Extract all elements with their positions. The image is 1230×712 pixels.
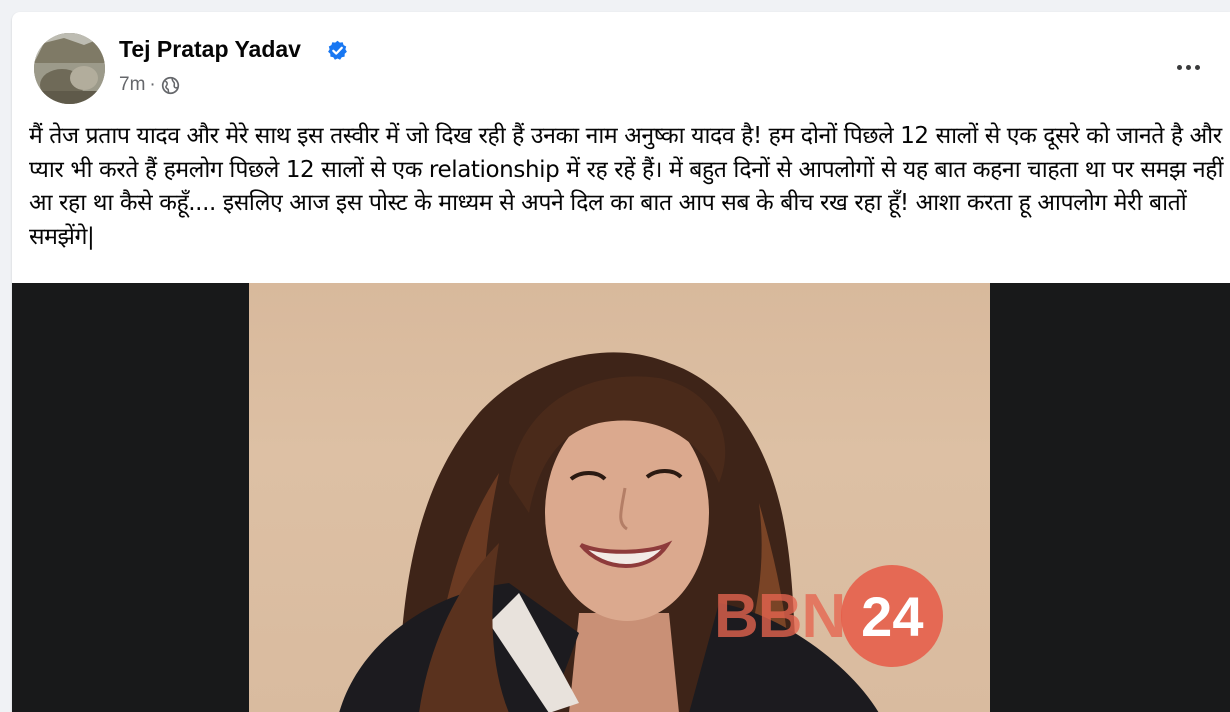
- post-card: Tej Pratap Yadav 7m · मैं तेज प्रताप याद…: [12, 12, 1230, 712]
- author-avatar[interactable]: [34, 33, 105, 104]
- post-text: मैं तेज प्रताप यादव और मेरे साथ इस तस्वी…: [29, 123, 1224, 250]
- watermark-logo: BBN 24: [714, 565, 944, 667]
- meta-separator: ·: [149, 74, 156, 95]
- verified-badge-icon: [328, 40, 347, 60]
- post-timestamp[interactable]: 7m: [119, 74, 145, 96]
- more-options-icon[interactable]: [1168, 52, 1208, 82]
- post-meta: 7m ·: [119, 74, 180, 96]
- post-header: Tej Pratap Yadav 7m ·: [12, 12, 1230, 108]
- author-name[interactable]: Tej Pratap Yadav: [119, 36, 301, 63]
- watermark-badge-number: 24: [861, 584, 924, 648]
- watermark-text: BBN: [714, 581, 846, 651]
- globe-icon[interactable]: [161, 76, 180, 95]
- post-photo-container[interactable]: [12, 283, 1230, 712]
- watermark-badge: 24: [841, 565, 944, 667]
